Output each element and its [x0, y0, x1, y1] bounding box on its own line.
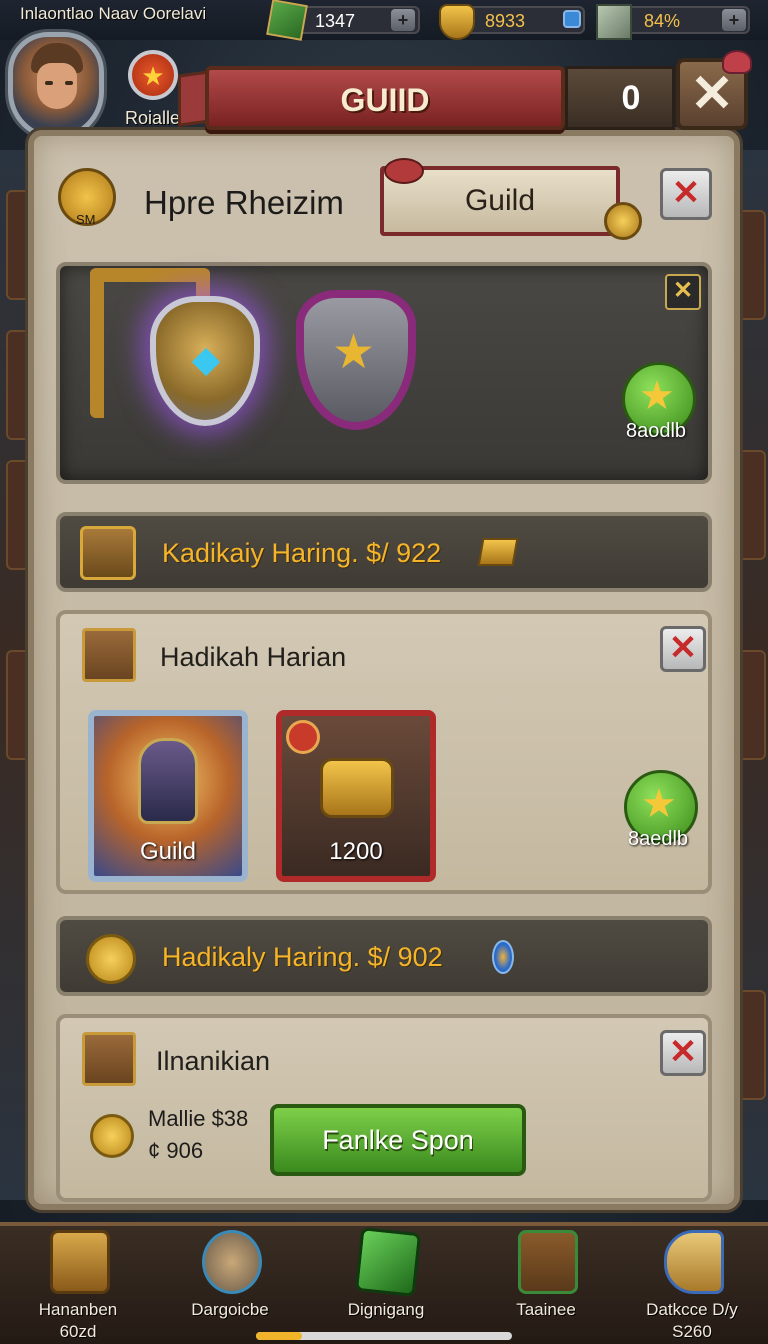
- cannon-icon: [664, 1230, 724, 1294]
- reward-bar[interactable]: Hadikaly Haring. $/ 902: [56, 916, 712, 996]
- price-line-1: Mallie $38: [148, 1106, 249, 1131]
- stone-cube-icon: [596, 4, 632, 40]
- section-badge-label: 8aedlb: [628, 828, 689, 850]
- avatar-face: [37, 63, 77, 109]
- hero-card-label: Guild: [139, 838, 197, 865]
- section-close-button[interactable]: ✕: [660, 1030, 706, 1076]
- hero-card[interactable]: Guild: [88, 710, 248, 882]
- blue-gem-icon: [563, 10, 581, 28]
- section-close-button[interactable]: ✕: [660, 626, 706, 672]
- nav-sublabel: S260: [672, 1322, 712, 1341]
- featured-badge-label: 8aodlb: [626, 420, 687, 442]
- nav-label: Taainee: [516, 1300, 576, 1319]
- resource-stone: 84% +: [596, 4, 750, 40]
- bottom-navigation: Hananben 60zd Dargoicbe Dignigang Taaine…: [0, 1222, 768, 1344]
- tome-seal-icon: [286, 720, 320, 754]
- tab-bow-icon: [384, 158, 424, 184]
- nav-label: Dignigang: [347, 1300, 425, 1319]
- top-resource-bar: Inlaontlao Naav Oorelavi 1347 + 8933 84%…: [0, 0, 768, 41]
- tome-card[interactable]: 1200: [276, 710, 436, 882]
- resource-gems: 1347 +: [266, 0, 420, 41]
- gold-crest-icon: [439, 4, 475, 40]
- gold-coin-icon: [86, 934, 136, 984]
- gem-cube-icon: [266, 0, 308, 41]
- background-card: [736, 450, 766, 560]
- tome-card-label: 1200: [329, 838, 383, 865]
- section-title: Hadikah Harian: [160, 642, 347, 672]
- nav-label: Hananben: [38, 1300, 118, 1319]
- treasure-box-icon: [518, 1230, 578, 1294]
- hero-figure-icon: [138, 738, 198, 824]
- shield-orb-icon: [202, 1230, 262, 1294]
- add-gems-button[interactable]: +: [391, 9, 415, 31]
- scroll-chest-icon: [50, 1230, 110, 1294]
- guild-tab-label: Guild: [464, 184, 536, 217]
- bow-decoration-icon: [722, 50, 752, 74]
- section-title: Ilnanikian: [156, 1046, 271, 1076]
- nav-item-datkcce[interactable]: Datkcce D/y S260: [622, 1226, 762, 1344]
- price-line-2: ¢ 906: [148, 1138, 204, 1163]
- nav-label: Datkcce D/y: [646, 1300, 738, 1319]
- background-card: [736, 210, 766, 320]
- background-card: [736, 990, 766, 1100]
- nav-item-taainee[interactable]: Taainee: [476, 1226, 616, 1344]
- reward-section: Hadikah Harian ✕ Guild 1200 ★ 8aedlb: [56, 610, 712, 894]
- nav-label: Dargoicbe: [191, 1300, 269, 1319]
- avatar-eye: [45, 81, 53, 85]
- nav-sublabel: 60zd: [59, 1322, 97, 1341]
- wooden-box-icon: [82, 628, 136, 682]
- purchase-button[interactable]: Fanlke Spon: [270, 1104, 526, 1176]
- tab-medal-icon: [604, 202, 642, 240]
- window-counter-box: 0: [565, 66, 675, 130]
- emerald-crystal-icon: [354, 1227, 422, 1297]
- reward-bar-text: Hadikaly Haring. $/ 902: [162, 942, 443, 972]
- player-avatar[interactable]: [8, 32, 104, 140]
- page-progress-track: [256, 1332, 512, 1340]
- guild-name: Hpre Rheizim: [144, 184, 344, 221]
- add-stone-button[interactable]: +: [722, 9, 746, 31]
- resource-stone-value: 84%: [644, 11, 681, 31]
- rank-star-icon[interactable]: ★: [128, 50, 178, 100]
- window-title-banner: GUIID: [205, 66, 565, 130]
- header-close-button[interactable]: ✕: [660, 168, 712, 220]
- treasure-chest-icon: [80, 526, 136, 580]
- rank-label: Roialle: [125, 108, 181, 128]
- golden-tome-icon: [320, 758, 394, 818]
- featured-close-button[interactable]: ✕: [665, 274, 701, 310]
- nav-item-hananben[interactable]: Hananben 60zd: [8, 1226, 148, 1344]
- wooden-box-icon: [82, 1032, 136, 1086]
- player-name: Inlaontlao Naav Oorelavi: [20, 4, 207, 23]
- window-title: GUIID: [340, 82, 430, 118]
- nav-item-dignigang[interactable]: Dignigang: [316, 1226, 456, 1344]
- resource-gems-value: 1347: [315, 11, 356, 31]
- resource-gold: 8933: [439, 4, 585, 40]
- shield-star-icon: ★: [332, 326, 376, 379]
- background-card: [736, 650, 766, 760]
- gold-ingot-icon: [477, 538, 519, 566]
- gold-coin-icon: [90, 1114, 134, 1158]
- guild-emblem-label: SM: [76, 212, 96, 227]
- nav-item-dargoicbe[interactable]: Dargoicbe: [160, 1226, 300, 1344]
- resource-gold-value: 8933: [485, 11, 526, 31]
- reward-bar-text: Kadikaiy Haring. $/ 922: [162, 538, 442, 568]
- page-progress-fill: [256, 1332, 303, 1340]
- blue-crystal-icon: [492, 940, 514, 974]
- avatar-eye: [65, 81, 73, 85]
- reward-bar[interactable]: Kadikaiy Haring. $/ 922: [56, 512, 712, 592]
